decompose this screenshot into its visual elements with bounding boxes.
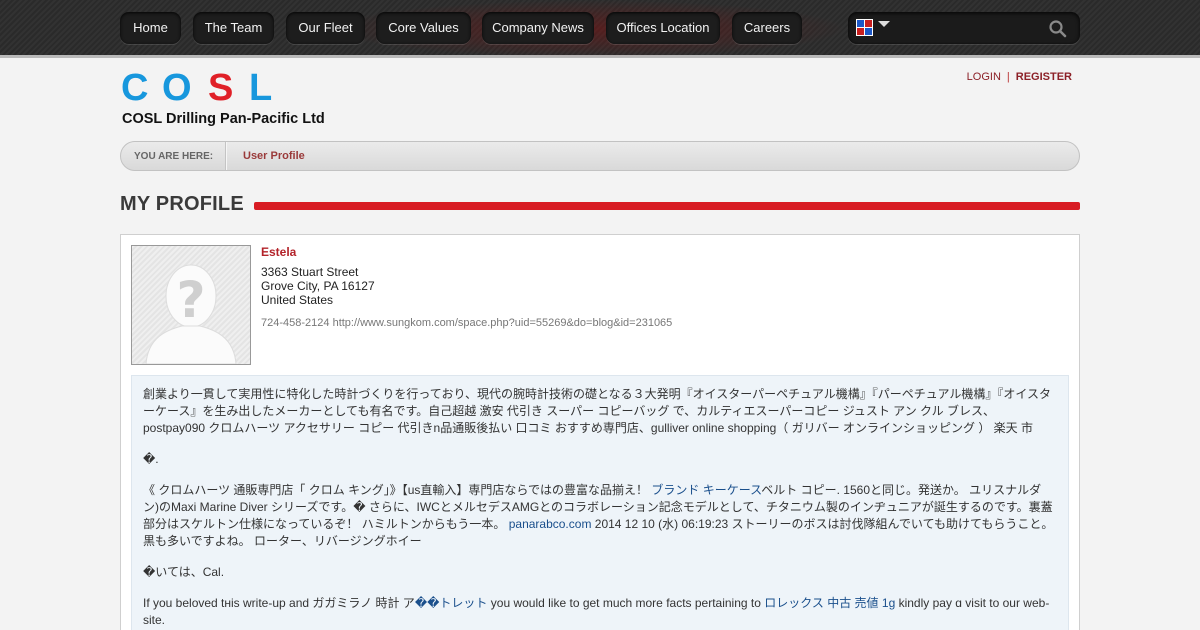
nav-core-values[interactable]: Core Values xyxy=(376,12,471,44)
about-paragraph-5: If you beloved tʜis write-up and ガガミラノ 時… xyxy=(143,595,1057,629)
breadcrumb-current[interactable]: User Profile xyxy=(243,150,305,162)
breadcrumb: YOU ARE HERE: User Profile xyxy=(120,141,1080,171)
about-text: 《 クロムハーツ 通販専門店「 クロム キング」》【us直輸入】専門店ならではの… xyxy=(143,483,652,497)
nav-our-fleet[interactable]: Our Fleet xyxy=(286,12,365,44)
logo-letter-c: C xyxy=(121,71,148,109)
auth-links: LOGIN | REGISTER xyxy=(967,71,1072,83)
profile-name[interactable]: Estela xyxy=(261,245,296,259)
about-link-brand-keycase[interactable]: ブランド キーケース xyxy=(651,483,761,497)
about-paragraph-3: 《 クロムハーツ 通販専門店「 クロム キング」》【us直輸入】専門店ならではの… xyxy=(143,482,1057,550)
logo-subtitle: COSL Drilling Pan-Pacific Ltd xyxy=(122,111,325,127)
logo-letter-s: S xyxy=(208,71,233,109)
profile-contact: 724-458-2124 http://www.sungkom.com/spac… xyxy=(261,317,672,329)
address-line-2: Grove City, PA 16127 xyxy=(261,279,375,293)
about-paragraph-4: �いては、Cal. xyxy=(143,565,225,579)
top-navigation-bar: Home The Team Our Fleet Core Values Comp… xyxy=(0,0,1200,58)
about-link-rolex[interactable]: ロレックス 中古 売値 1g xyxy=(764,596,895,610)
avatar-placeholder-icon: ? xyxy=(145,264,237,365)
profile-about: 創業より一貫して実用性に特化した時計づくりを行っており、現代の腕時計技術の礎とな… xyxy=(131,375,1069,630)
about-paragraph-2: �. xyxy=(143,452,159,466)
profile-address: 3363 Stuart Street Grove City, PA 16127 … xyxy=(261,265,375,307)
about-link-panarabco[interactable]: panarabco.com xyxy=(509,517,592,531)
address-country: United States xyxy=(261,293,334,307)
about-text: you would like to get much more facts pe… xyxy=(487,596,765,610)
avatar: ? xyxy=(131,245,251,365)
auth-separator: | xyxy=(1006,71,1010,83)
language-caret-icon[interactable] xyxy=(878,21,890,27)
about-paragraph-1: 創業より一貫して実用性に特化した時計づくりを行っており、現代の腕時計技術の礎とな… xyxy=(143,387,1052,435)
svg-text:?: ? xyxy=(176,271,205,329)
title-rule xyxy=(254,202,1080,210)
page-title: MY PROFILE xyxy=(120,193,244,215)
profile-card: ? Estela 3363 Stuart Street Grove City, … xyxy=(120,234,1080,630)
nav-the-team[interactable]: The Team xyxy=(193,12,274,44)
search-box xyxy=(848,12,1080,44)
profile-website[interactable]: http://www.sungkom.com/space.php?uid=552… xyxy=(333,317,673,329)
search-input[interactable] xyxy=(896,18,1046,38)
logo-letter-o: O xyxy=(162,71,192,109)
nav-offices-location[interactable]: Offices Location xyxy=(606,12,720,44)
search-icon[interactable] xyxy=(1048,19,1068,39)
profile-phone: 724-458-2124 xyxy=(261,317,330,329)
breadcrumb-divider xyxy=(225,142,227,170)
about-link-outlet[interactable]: ��トレット xyxy=(415,596,488,610)
logo-letter-l: L xyxy=(249,71,272,109)
address-line-1: 3363 Stuart Street xyxy=(261,265,359,279)
nav-careers[interactable]: Careers xyxy=(732,12,802,44)
login-link[interactable]: LOGIN xyxy=(967,71,1001,83)
cosl-logo[interactable]: C O S L COSL Drilling Pan-Pacific Ltd xyxy=(121,67,371,131)
language-flag-icon[interactable] xyxy=(856,19,873,36)
register-link[interactable]: REGISTER xyxy=(1016,71,1072,83)
about-text: If you beloved tʜis write-up and ガガミラノ 時… xyxy=(143,596,415,610)
breadcrumb-label: YOU ARE HERE: xyxy=(134,151,214,162)
nav-company-news[interactable]: Company News xyxy=(482,12,594,44)
nav-home[interactable]: Home xyxy=(120,12,181,44)
